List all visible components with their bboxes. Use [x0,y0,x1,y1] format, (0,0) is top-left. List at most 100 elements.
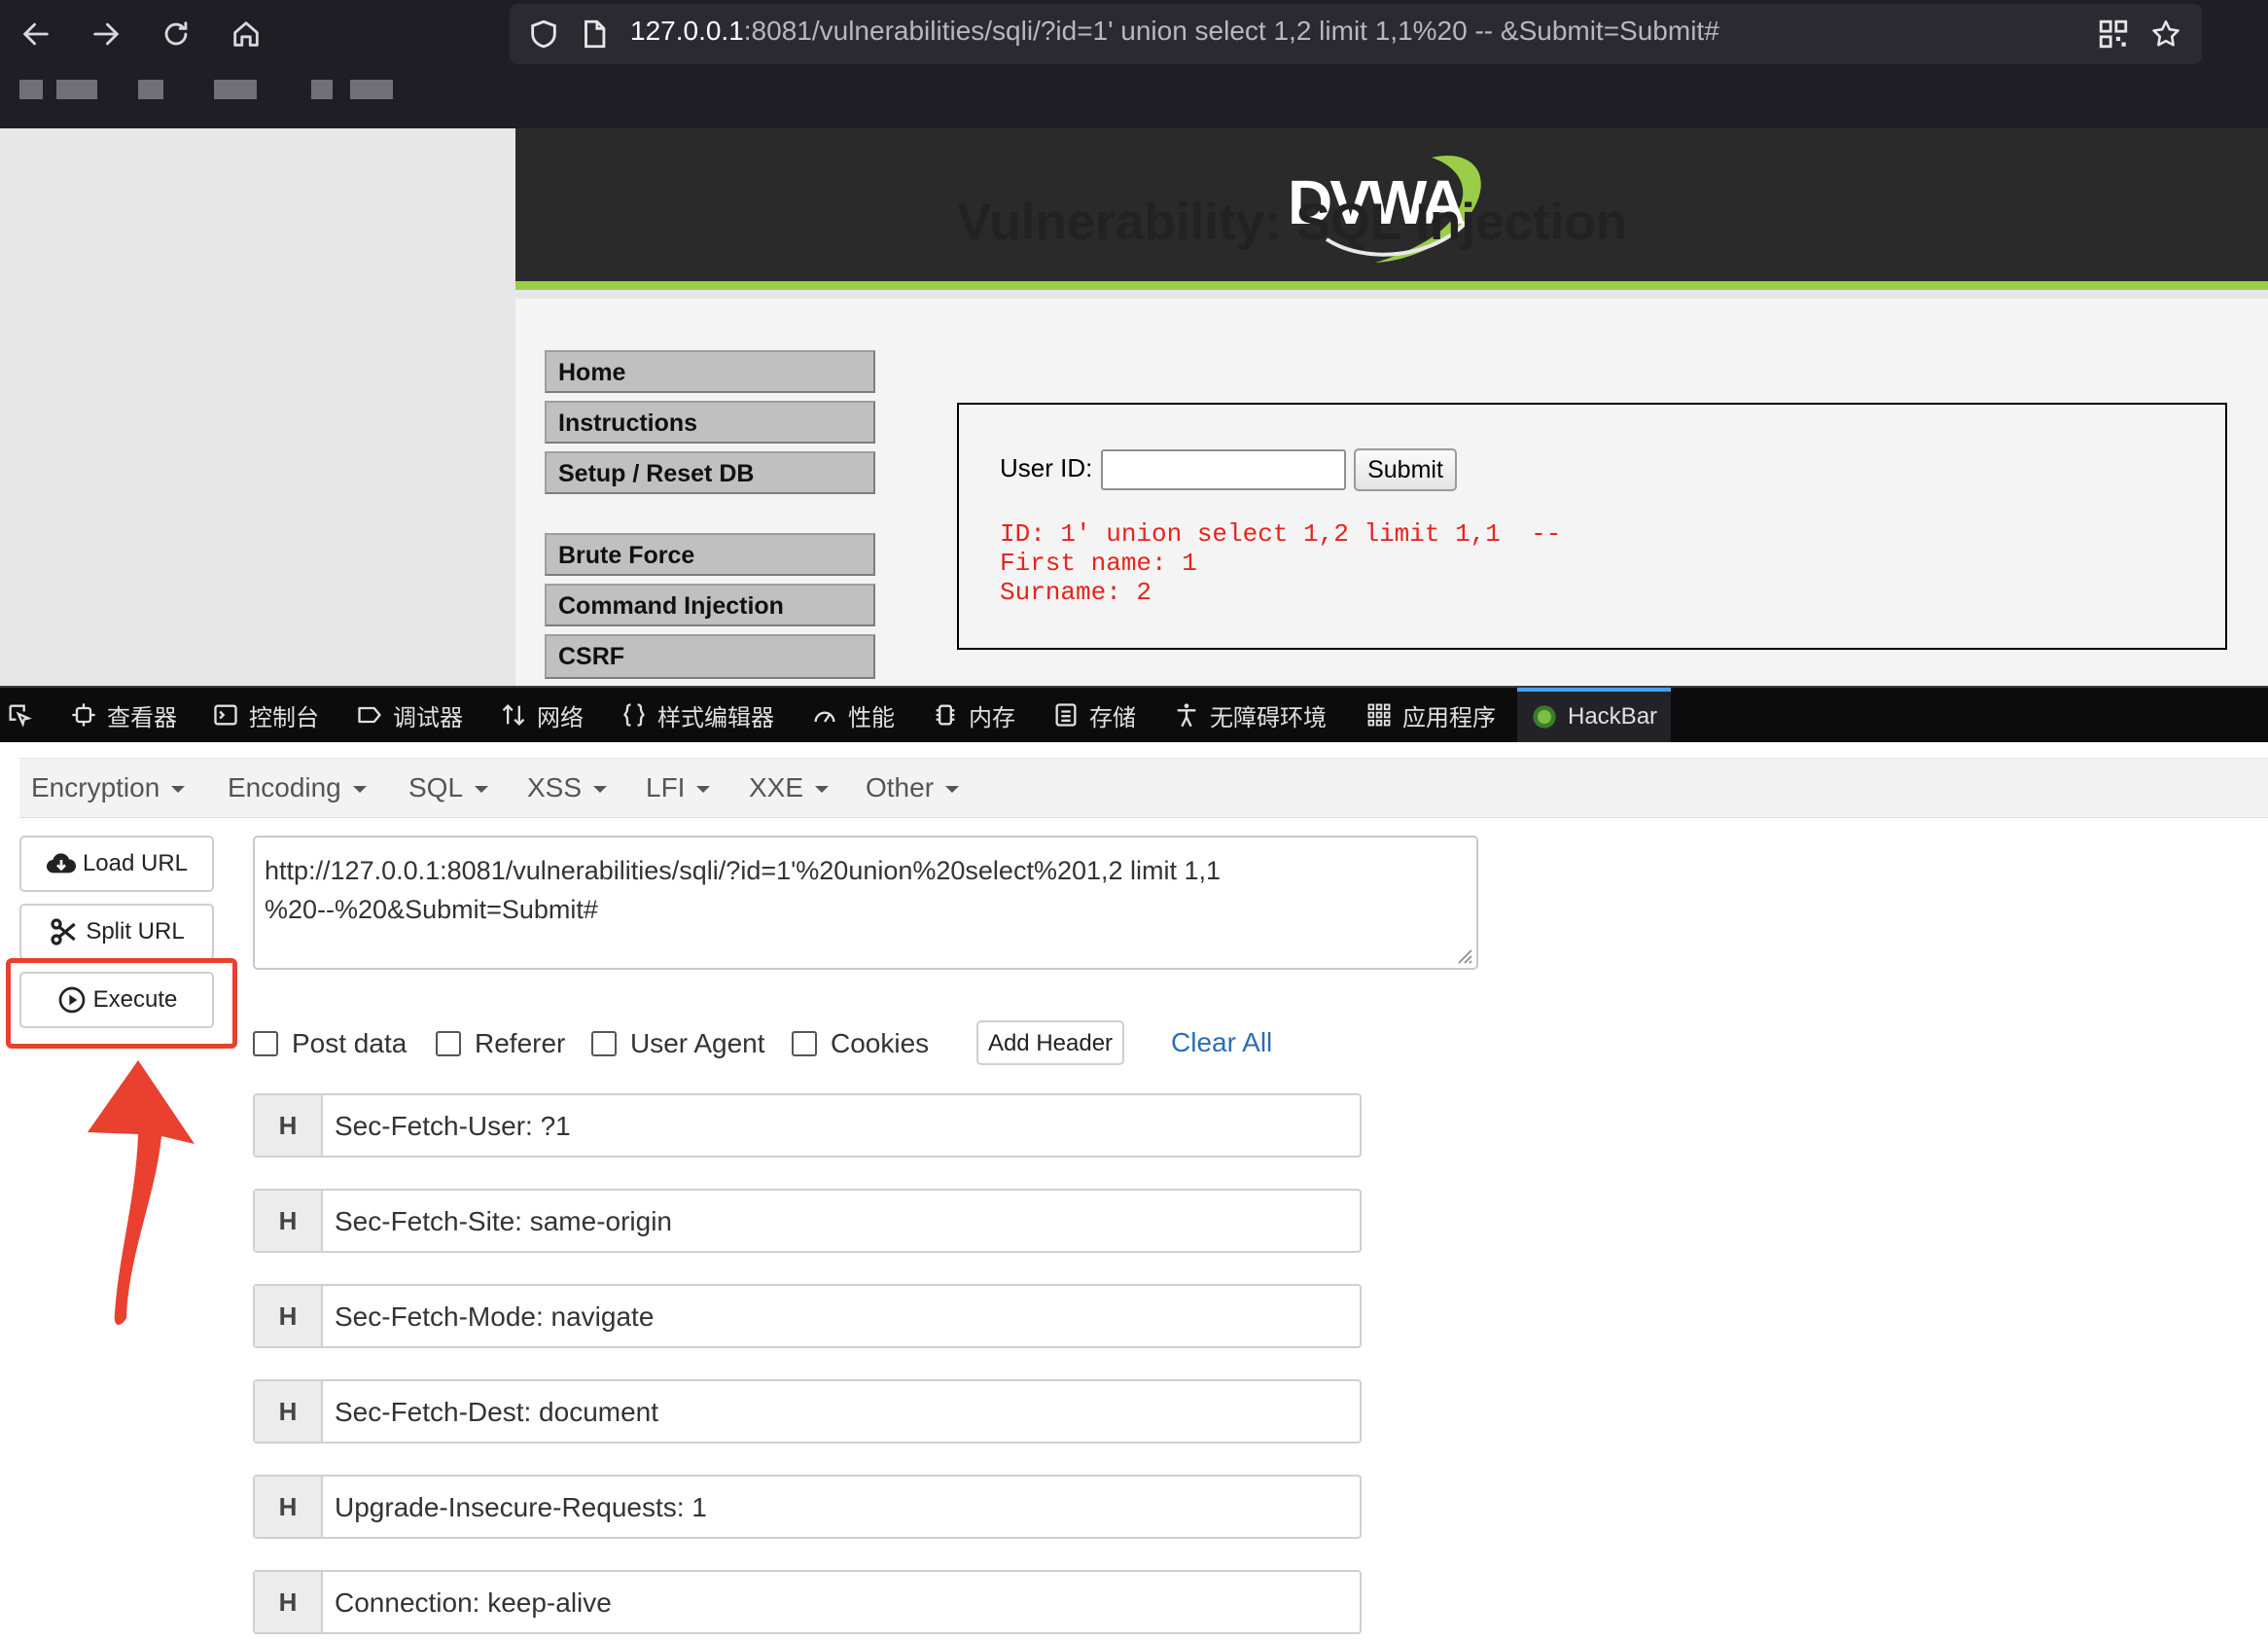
devtools-toolbar: 查看器 控制台 调试器 网络 样式编辑器 性能 内存 存储 无障碍环境 应用程序… [0,686,2268,742]
tab-accessibility[interactable]: 无障碍环境 [1173,688,1327,742]
bookmark-star-icon[interactable] [2149,18,2182,51]
post-data-option[interactable]: Post data [253,1027,407,1060]
tab-inspector[interactable]: 查看器 [70,688,177,742]
execute-highlight-box [6,958,237,1049]
caret-down-icon [815,785,830,793]
tab-performance[interactable]: 性能 [811,688,895,742]
tab-memory[interactable]: 内存 [932,688,1015,742]
menu-other[interactable]: Other [866,772,960,803]
cookies-checkbox[interactable] [792,1031,817,1056]
menu-item-instructions[interactable]: Instructions [545,401,875,444]
user-agent-checkbox[interactable] [591,1031,617,1056]
header-value[interactable]: Sec-Fetch-Mode: navigate [335,1301,654,1333]
tab-application[interactable]: 应用程序 [1365,688,1496,742]
caret-down-icon [593,785,608,793]
menu-item-setup[interactable]: Setup / Reset DB [545,451,875,494]
menu-item-csrf[interactable]: CSRF [545,634,875,679]
bookmark-item[interactable] [350,80,393,99]
tab-hackbar[interactable]: HackBar [1517,688,1672,742]
menu-encryption[interactable]: Encryption [31,772,186,803]
tab-network[interactable]: 网络 [500,688,584,742]
header-value[interactable]: Upgrade-Insecure-Requests: 1 [335,1492,707,1523]
scissors-icon [51,918,77,945]
tab-storage[interactable]: 存储 [1052,688,1136,742]
tab-style-editor[interactable]: 样式编辑器 [620,688,774,742]
bookmark-item[interactable] [214,80,257,99]
menu-xxe[interactable]: XXE [749,772,830,803]
back-button[interactable] [12,10,60,58]
load-url-button[interactable]: Load URL [19,836,214,892]
referer-option[interactable]: Referer [436,1027,565,1060]
style-editor-icon [623,703,645,727]
network-icon [502,704,525,726]
arrow-left-icon [22,22,49,46]
bookmark-item[interactable] [311,80,333,99]
url-path: :8081/vulnerabilities/sqli/?id=1' union … [743,16,1719,46]
url-text[interactable]: 127.0.0.1:8081/vulnerabilities/sqli/?id=… [630,16,1719,47]
url-bar[interactable]: 127.0.0.1:8081/vulnerabilities/sqli/?id=… [510,4,2202,64]
header-row[interactable]: H Upgrade-Insecure-Requests: 1 [253,1475,1362,1539]
menu-item-brute-force[interactable]: Brute Force [545,533,875,576]
pick-element-icon [9,704,32,728]
header-tag: H [255,1191,323,1251]
bookmark-item[interactable] [138,80,163,99]
menu-label: Encoding [228,772,341,802]
header-row[interactable]: H Sec-Fetch-Site: same-origin [253,1189,1362,1253]
menu-item-command-injection[interactable]: Command Injection [545,584,875,626]
post-data-checkbox[interactable] [253,1031,278,1056]
element-picker-button[interactable] [6,688,43,742]
header-row[interactable]: H Sec-Fetch-Dest: document [253,1379,1362,1444]
option-label: User Agent [630,1028,765,1058]
home-button[interactable] [222,10,270,58]
caret-down-icon [696,785,711,793]
menu-xss[interactable]: XSS [527,772,608,803]
menu-sql[interactable]: SQL [408,772,489,803]
clear-all-link[interactable]: Clear All [1171,1027,1272,1058]
header-tag: H [255,1286,323,1346]
menu-lfi[interactable]: LFI [646,772,711,803]
cloud-download-icon [46,853,76,873]
caret-down-icon [475,785,489,793]
console-icon [214,704,237,726]
bookmark-item[interactable] [19,80,43,99]
header-row[interactable]: H Sec-Fetch-User: ?1 [253,1093,1362,1158]
forward-button[interactable] [82,10,130,58]
tab-label: 内存 [969,704,1015,731]
user-id-input[interactable] [1101,449,1346,490]
menu-item-home[interactable]: Home [545,350,875,393]
home-icon [233,21,259,47]
tab-debugger[interactable]: 调试器 [356,688,463,742]
query-result: ID: 1' union select 1,2 limit 1,1 -- Firs… [1000,519,1561,607]
tab-label: 调试器 [393,704,463,731]
application-grid-icon [1367,703,1391,727]
header-value[interactable]: Sec-Fetch-Site: same-origin [335,1206,672,1237]
cookies-option[interactable]: Cookies [792,1027,929,1060]
bookmark-item[interactable] [56,80,97,99]
referer-checkbox[interactable] [436,1031,461,1056]
tab-console[interactable]: 控制台 [212,688,319,742]
menu-encoding[interactable]: Encoding [228,772,367,803]
memory-icon [936,704,955,726]
header-tag: H [255,1381,323,1442]
header-value[interactable]: Connection: keep-alive [335,1587,612,1619]
qr-code-icon[interactable] [2097,18,2130,51]
reload-button[interactable] [152,10,200,58]
user-agent-option[interactable]: User Agent [591,1027,765,1060]
header-value[interactable]: Sec-Fetch-User: ?1 [335,1111,571,1142]
tab-label: 应用程序 [1402,704,1496,731]
split-url-button[interactable]: Split URL [19,904,214,960]
tab-label: 样式编辑器 [657,704,774,731]
add-header-button[interactable]: Add Header [976,1020,1124,1065]
page-icon[interactable] [578,18,611,51]
shield-icon[interactable] [527,18,560,51]
url-textarea[interactable]: http://127.0.0.1:8081/vulnerabilities/sq… [253,836,1478,970]
option-label: Referer [475,1028,566,1058]
url-host: 127.0.0.1 [630,16,744,46]
hackbar-menubar: Encryption Encoding SQL XSS LFI XXE Othe… [19,758,2268,818]
header-value[interactable]: Sec-Fetch-Dest: document [335,1397,658,1428]
submit-button[interactable]: Submit [1354,448,1457,491]
option-label: Cookies [831,1028,930,1058]
header-row[interactable]: H Sec-Fetch-Mode: navigate [253,1284,1362,1348]
resize-grip-icon[interactable] [1453,945,1472,964]
header-row[interactable]: H Connection: keep-alive [253,1570,1362,1634]
